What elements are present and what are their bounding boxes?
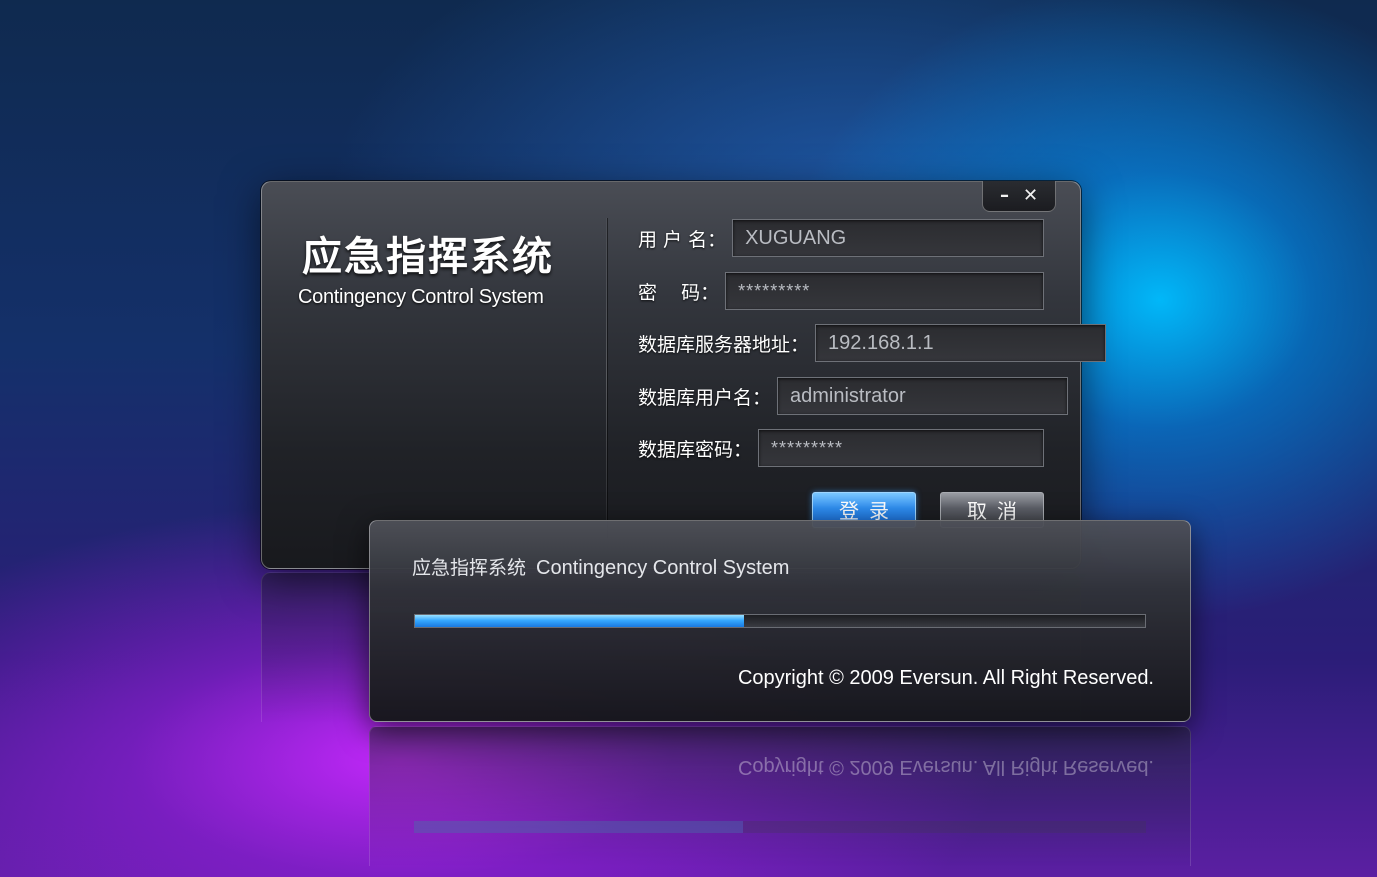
db-password-input[interactable] bbox=[758, 429, 1044, 467]
progress-fill-reflection bbox=[414, 821, 744, 833]
db-server-input[interactable] bbox=[815, 324, 1107, 362]
password-label: 密 码： bbox=[638, 281, 720, 304]
progress-title: 应急指挥系统 Contingency Control System bbox=[412, 553, 789, 580]
copyright-reflection: Copyright © 2009 Eversun. All Right Rese… bbox=[737, 756, 1154, 778]
db-user-label: 数据库用户名： bbox=[638, 386, 772, 409]
progress-title-cn: 应急指挥系统 bbox=[412, 557, 527, 579]
brand-title-cn: 应急指挥系统 bbox=[302, 234, 554, 280]
progress-bar bbox=[414, 614, 1146, 628]
db-user-row: 数据库用户名： bbox=[638, 376, 1069, 416]
vertical-divider bbox=[606, 218, 607, 538]
db-server-label: 数据库服务器地址： bbox=[638, 333, 810, 356]
progress-bar-reflection bbox=[414, 821, 1146, 833]
db-password-row: 数据库密码： bbox=[638, 428, 1044, 468]
brand: 应急指挥系统 Contingency Control System bbox=[298, 224, 554, 309]
db-password-label: 数据库密码： bbox=[638, 438, 753, 461]
progress-window-reflection: Copyright © 2009 Eversun. All Right Rese… bbox=[369, 726, 1191, 866]
username-row: 用 户 名： bbox=[638, 218, 1044, 258]
password-row: 密 码： bbox=[638, 271, 1044, 311]
password-input[interactable] bbox=[725, 272, 1044, 310]
db-user-input[interactable] bbox=[777, 377, 1069, 415]
close-icon[interactable]: ✕ bbox=[1023, 187, 1038, 205]
minimize-icon[interactable]: – bbox=[1000, 187, 1009, 205]
progress-bar-fill bbox=[415, 615, 744, 627]
progress-window: 应急指挥系统 Contingency Control System Copyrig… bbox=[369, 520, 1191, 722]
username-label: 用 户 名： bbox=[638, 228, 727, 251]
progress-title-en: Contingency Control System bbox=[536, 557, 790, 579]
login-window: – ✕ 应急指挥系统 Contingency Control System 用 … bbox=[261, 181, 1107, 569]
window-controls: – ✕ bbox=[982, 181, 1056, 212]
copyright-text: Copyright © 2009 Eversun. All Right Rese… bbox=[737, 667, 1154, 689]
brand-title-en: Contingency Control System bbox=[298, 286, 544, 308]
username-input[interactable] bbox=[732, 219, 1044, 257]
db-server-row: 数据库服务器地址： bbox=[638, 323, 1107, 363]
